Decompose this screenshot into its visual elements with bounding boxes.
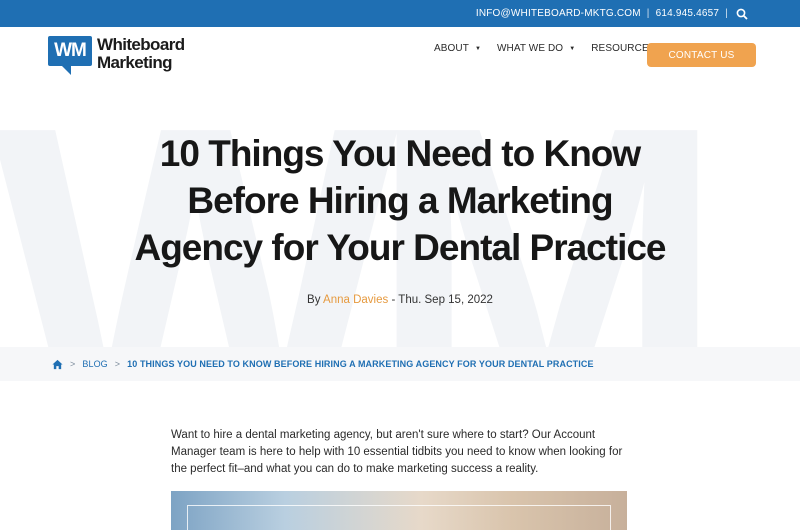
- email-link[interactable]: INFO@WHITEBOARD-MKTG.COM: [476, 8, 641, 19]
- site-logo[interactable]: WM Whiteboard Marketing: [48, 36, 185, 75]
- logo-badge: WM: [48, 36, 92, 75]
- search-icon[interactable]: [736, 8, 748, 20]
- nav-item-label: RESOURCES: [591, 43, 656, 54]
- nav-item-label: WHAT WE DO: [497, 43, 564, 54]
- title-line-3: Agency for Your Dental Practice: [134, 227, 666, 268]
- topbar-separator: |: [725, 8, 728, 19]
- breadcrumb-separator: >: [70, 359, 76, 369]
- byline-prefix: By: [307, 294, 321, 306]
- hero-section: WM WM Whiteboard Marketing ABOUT ▼ WHAT …: [0, 27, 800, 347]
- title-line-1: 10 Things You Need to Know: [159, 133, 641, 174]
- article-intro: Want to hire a dental marketing agency, …: [171, 429, 623, 475]
- logo-wordmark: Whiteboard Marketing: [97, 36, 185, 72]
- breadcrumb-separator: >: [114, 359, 121, 369]
- article-featured-image: [171, 491, 627, 530]
- author-link[interactable]: Anna Davies: [323, 294, 388, 306]
- top-contact-bar: INFO@WHITEBOARD-MKTG.COM | 614.945.4657 …: [0, 0, 800, 27]
- chevron-down-icon: ▼: [474, 45, 481, 52]
- logo-line-1: Whiteboard: [97, 35, 185, 54]
- breadcrumb-blog-link[interactable]: BLOG: [82, 359, 107, 369]
- chevron-down-icon: ▼: [569, 45, 576, 52]
- phone-link[interactable]: 614.945.4657: [656, 8, 720, 19]
- page-title: 10 Things You Need to Know Before Hiring…: [100, 130, 700, 271]
- byline-separator: -: [391, 294, 396, 306]
- nav-item-what-we-do[interactable]: WHAT WE DO ▼: [497, 43, 575, 54]
- home-icon[interactable]: [52, 359, 63, 370]
- breadcrumb-current-page: 10 THINGS YOU NEED TO KNOW BEFORE HIRING…: [127, 359, 594, 369]
- contact-us-button[interactable]: CONTACT US: [647, 43, 756, 67]
- image-frame: [187, 505, 611, 530]
- topbar-separator: |: [646, 8, 650, 19]
- breadcrumb: > BLOG > 10 THINGS YOU NEED TO KNOW BEFO…: [0, 347, 800, 381]
- article-byline: By Anna Davies - Thu. Sep 15, 2022: [0, 294, 800, 306]
- logo-line-2: Marketing: [97, 53, 173, 72]
- title-line-2: Before Hiring a Marketing: [187, 180, 613, 221]
- nav-item-about[interactable]: ABOUT ▼: [434, 43, 481, 54]
- publish-date: Thu. Sep 15, 2022: [398, 294, 493, 306]
- nav-item-label: ABOUT: [434, 43, 469, 54]
